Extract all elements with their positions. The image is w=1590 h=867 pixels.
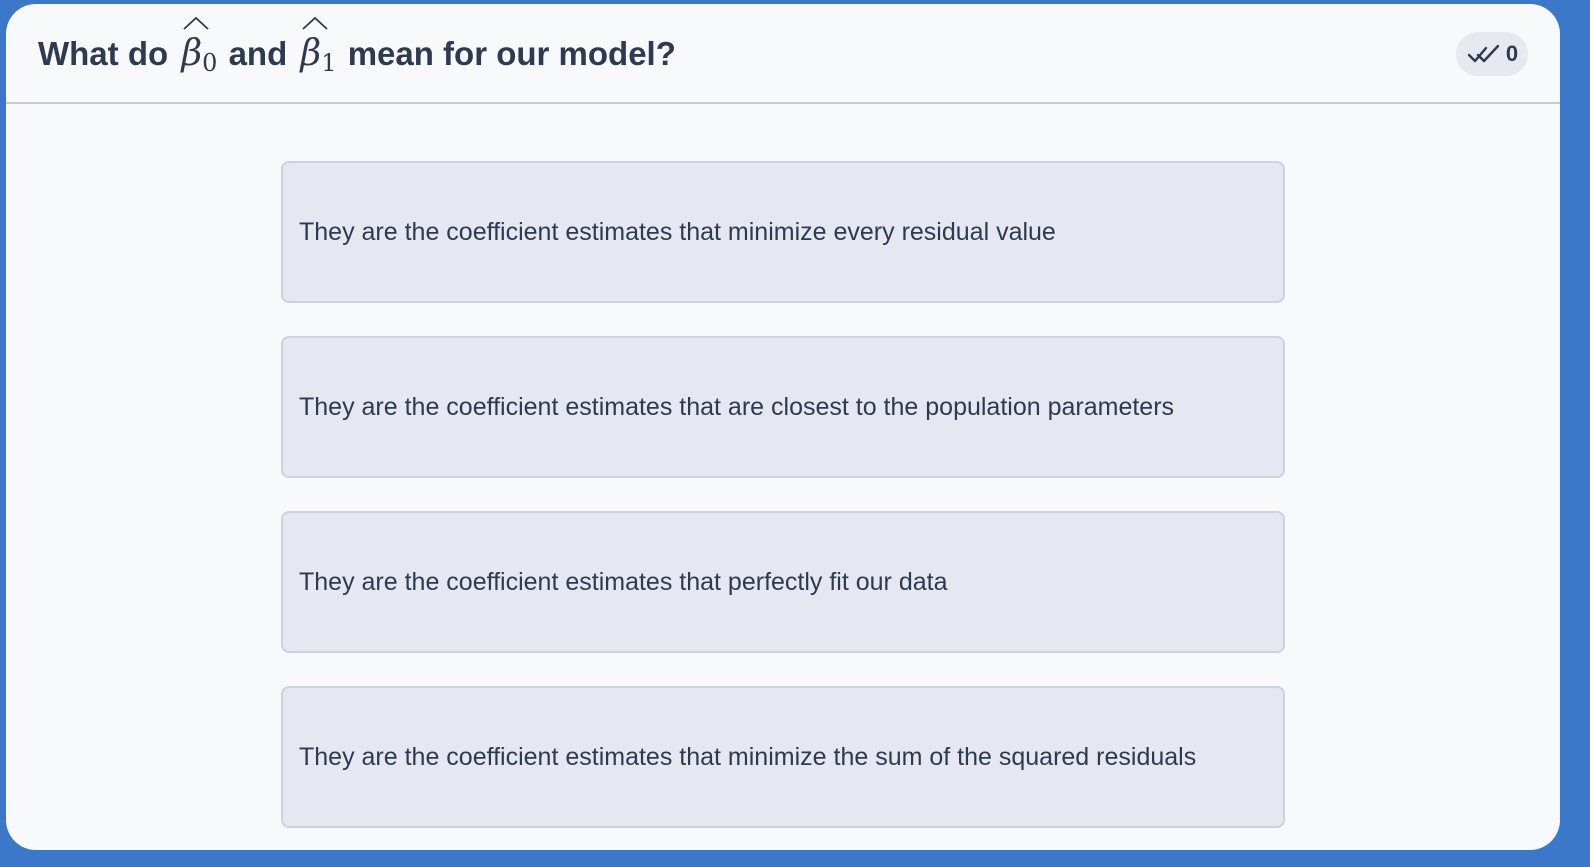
- question-title: What do β0 and β1 mean for our model?: [38, 16, 676, 93]
- beta-hat-0: β0: [181, 16, 217, 93]
- answer-option[interactable]: They are the coefficient estimates that …: [281, 511, 1285, 653]
- answer-option-label: They are the coefficient estimates that …: [299, 392, 1175, 421]
- response-count: 0: [1505, 41, 1519, 66]
- question-conjunction: and: [228, 35, 288, 72]
- answer-option-label: They are the coefficient estimates that …: [299, 567, 948, 596]
- quiz-card: What do β0 and β1 mean for our model? 0 …: [6, 4, 1560, 850]
- answer-option[interactable]: They are the coefficient estimates that …: [281, 336, 1285, 478]
- answer-option[interactable]: They are the coefficient estimates that …: [281, 161, 1285, 303]
- answer-options: They are the coefficient estimates that …: [281, 161, 1285, 850]
- answer-option-label: They are the coefficient estimates that …: [299, 217, 1056, 246]
- quiz-header: What do β0 and β1 mean for our model? 0: [6, 4, 1560, 104]
- question-suffix: mean for our model?: [347, 35, 676, 72]
- response-counter[interactable]: 0: [1456, 32, 1528, 76]
- question-prefix: What do: [38, 35, 169, 72]
- hat-accent-icon: [183, 16, 209, 30]
- answer-option[interactable]: They are the coefficient estimates that …: [281, 686, 1285, 828]
- answer-option-label: They are the coefficient estimates that …: [299, 742, 1197, 771]
- hat-accent-icon: [302, 16, 329, 30]
- beta-hat-1: β1: [300, 16, 337, 93]
- double-check-icon: [1467, 44, 1500, 63]
